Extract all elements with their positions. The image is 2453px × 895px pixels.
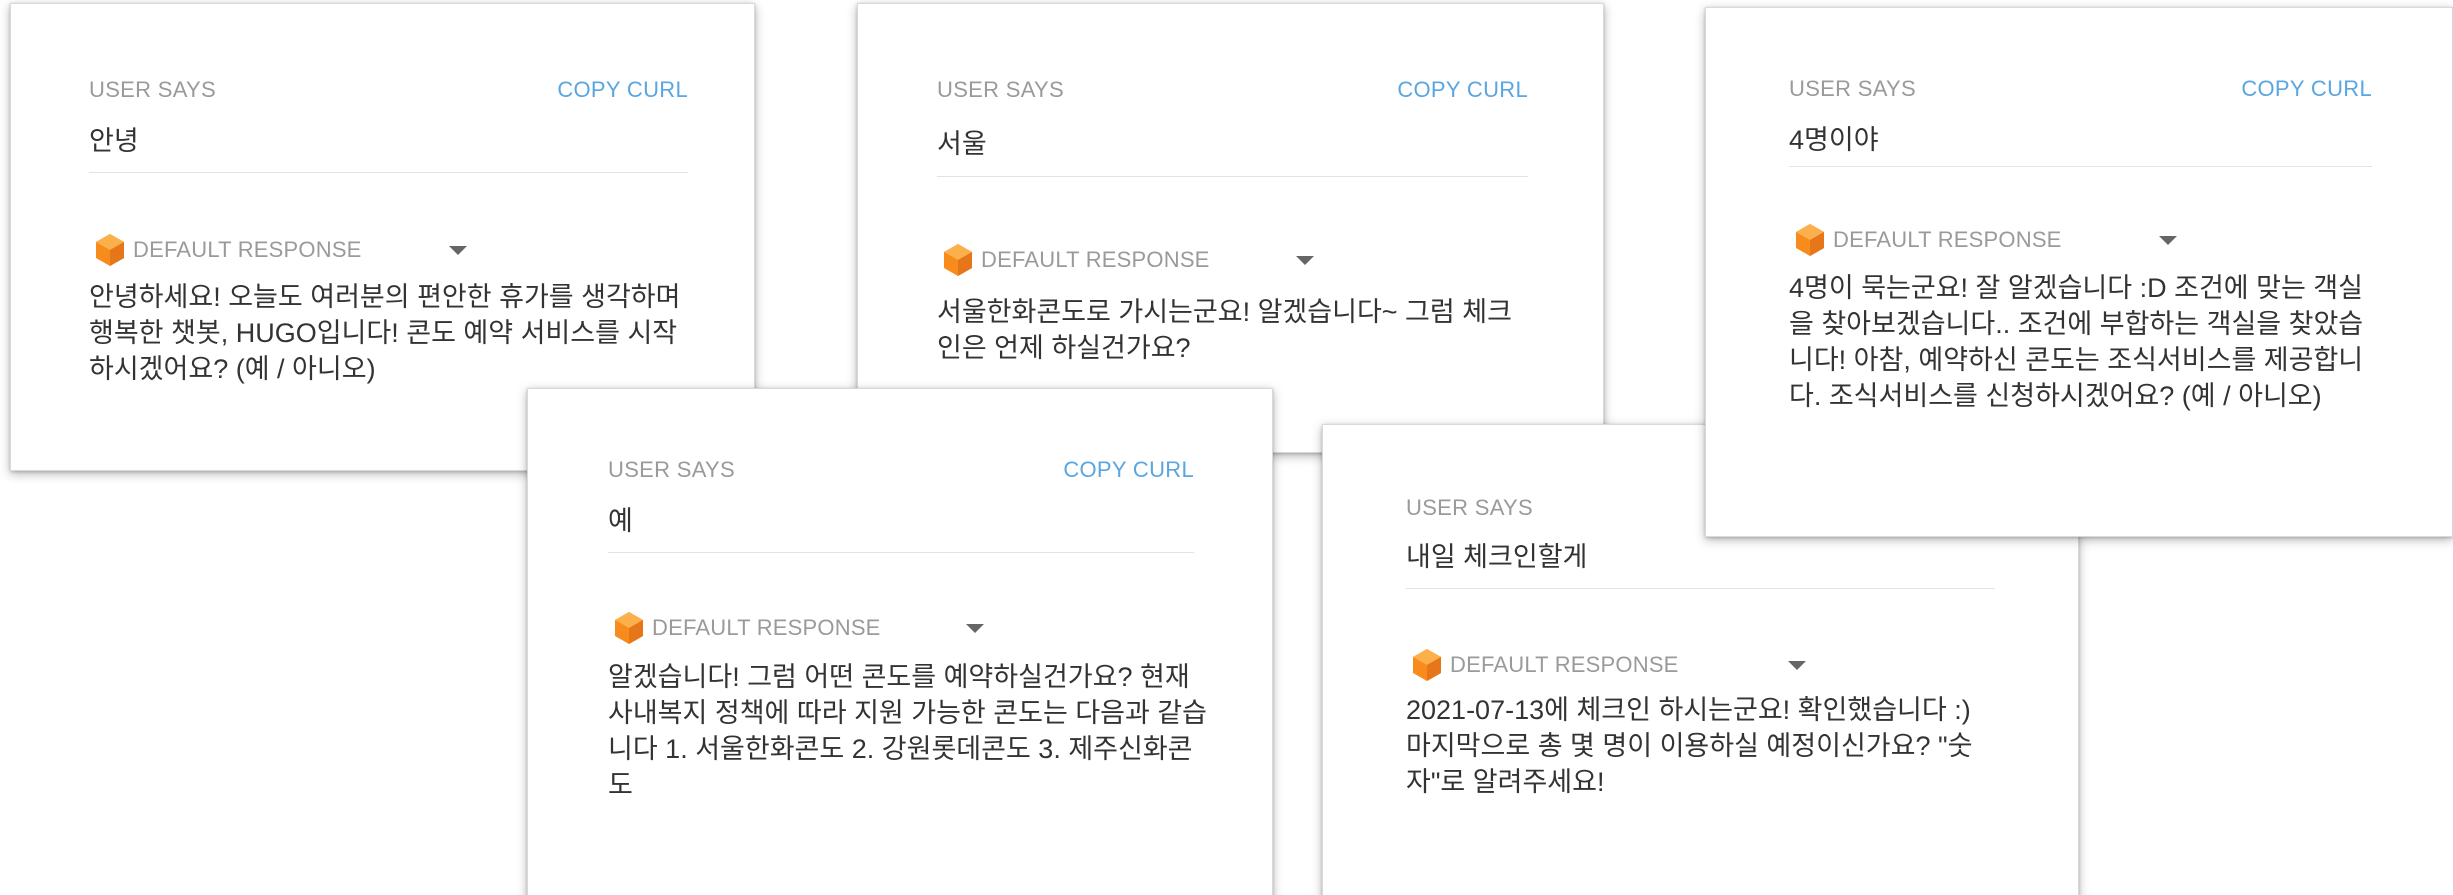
dialogflow-cube-icon <box>1413 649 1441 681</box>
user-says-text: 서울 <box>937 129 987 159</box>
dialogflow-cube-icon <box>615 612 643 644</box>
default-response-toggle[interactable]: DEFAULT RESPONSE <box>1412 647 1679 683</box>
dialogflow-cube-icon <box>96 234 124 266</box>
default-response-label: DEFAULT RESPONSE <box>1450 652 1679 677</box>
user-says-label: USER SAYS <box>937 77 1064 102</box>
card-divider <box>937 176 1528 177</box>
user-says-text: 안녕 <box>89 126 139 156</box>
default-response-toggle[interactable]: DEFAULT RESPONSE <box>943 242 1210 278</box>
dialogflow-cube-icon <box>1796 224 1824 256</box>
default-response-text: 안녕하세요! 오늘도 여러분의 편안한 휴가를 생각하며 행복한 챗봇, HUG… <box>89 282 681 384</box>
copy-curl-button[interactable]: COPY CURL <box>1063 457 1194 483</box>
default-response-toggle[interactable]: DEFAULT RESPONSE <box>1795 222 2062 258</box>
chevron-down-icon[interactable] <box>1296 256 1314 265</box>
chevron-down-icon[interactable] <box>966 624 984 633</box>
intent-card-4: USER SAYS COPY CURL 예 DEFAULT RESPONSE 알… <box>527 388 1273 895</box>
default-response-text: 4명이 묵는군요! 잘 알겠습니다 :D 조건에 맞는 객실을 찾아보겠습니다.… <box>1789 273 2364 411</box>
card-divider <box>608 552 1194 553</box>
default-response-label: DEFAULT RESPONSE <box>652 615 881 640</box>
user-says-label: USER SAYS <box>1789 76 1916 101</box>
intent-card-3: USER SAYS COPY CURL 4명이야 DEFAULT RESPONS… <box>1705 7 2453 537</box>
user-says-text: 내일 체크인할게 <box>1406 542 1588 572</box>
default-response-text: 2021-07-13에 체크인 하시는군요! 확인했습니다 :) 마지막으로 총… <box>1406 695 1973 797</box>
default-response-toggle[interactable]: DEFAULT RESPONSE <box>614 610 881 646</box>
default-response-label: DEFAULT RESPONSE <box>133 237 362 262</box>
screenshot-collage: USER SAYS COPY CURL 안녕 DEFAULT RESPONSE … <box>0 0 2453 895</box>
user-says-text: 예 <box>608 506 633 536</box>
dialogflow-cube-icon <box>944 244 972 276</box>
default-response-toggle[interactable]: DEFAULT RESPONSE <box>95 232 362 268</box>
user-says-text: 4명이야 <box>1789 125 1879 155</box>
card-divider <box>89 172 688 173</box>
default-response-label: DEFAULT RESPONSE <box>981 247 1210 272</box>
copy-curl-button[interactable]: COPY CURL <box>2241 76 2372 102</box>
card-divider <box>1406 588 1995 589</box>
default-response-text: 서울한화콘도로 가시는군요! 알겠습니다~ 그럼 체크인은 언제 하실건가요? <box>937 297 1512 363</box>
chevron-down-icon[interactable] <box>1788 661 1806 670</box>
chevron-down-icon[interactable] <box>2159 236 2177 245</box>
intent-card-2: USER SAYS COPY CURL 서울 DEFAULT RESPONSE … <box>857 3 1604 453</box>
copy-curl-button[interactable]: COPY CURL <box>1397 77 1528 103</box>
card-divider <box>1789 166 2372 167</box>
default-response-label: DEFAULT RESPONSE <box>1833 227 2062 252</box>
user-says-label: USER SAYS <box>1406 495 1533 520</box>
default-response-text: 알겠습니다! 그럼 어떤 콘도를 예약하실건가요? 현재 사내복지 정책에 따라… <box>608 662 1207 800</box>
chevron-down-icon[interactable] <box>449 246 467 255</box>
user-says-label: USER SAYS <box>608 457 735 482</box>
copy-curl-button[interactable]: COPY CURL <box>557 77 688 103</box>
user-says-label: USER SAYS <box>89 77 216 102</box>
